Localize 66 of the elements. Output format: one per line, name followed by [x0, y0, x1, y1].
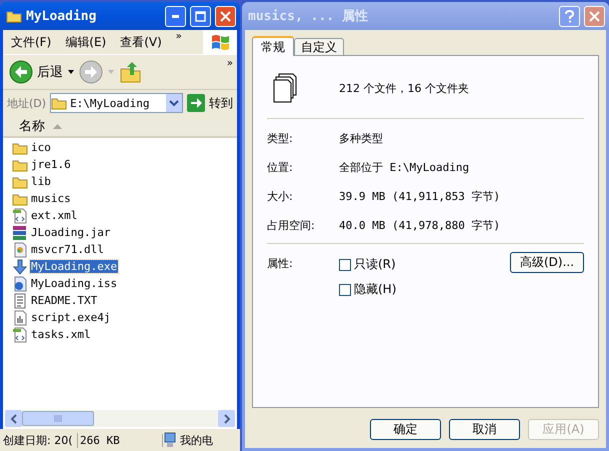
folder-icon	[51, 96, 68, 110]
property-label: 位置:	[267, 160, 294, 175]
property-label: 大小:	[267, 189, 294, 204]
address-field[interactable]: E:\MyLoading	[50, 93, 183, 113]
checkbox-box[interactable]	[339, 258, 351, 270]
maximize-button[interactable]	[190, 6, 211, 26]
back-button[interactable]: 后退	[9, 60, 63, 84]
status-text: 创建日期: 20(	[3, 432, 78, 448]
property-value: 39.9 MB (41,911,853 字节)	[339, 189, 502, 204]
file-name[interactable]: JLoading.jar	[30, 226, 112, 239]
checkbox[interactable]: 只读(R)	[339, 256, 510, 273]
go-button[interactable]: 转到	[187, 94, 233, 112]
close-icon	[220, 10, 231, 22]
grip-icon	[54, 415, 62, 422]
scroll-right-icon[interactable]	[222, 414, 230, 424]
tab[interactable]: 自定义	[294, 38, 344, 55]
file-name[interactable]: jre1.6	[30, 158, 72, 171]
dialog-button[interactable]: 确定	[370, 419, 441, 440]
file-name[interactable]: ext.xml	[30, 209, 78, 222]
attributes-label: 属性:	[267, 256, 294, 272]
status-text: 我的电	[179, 432, 213, 448]
close-button[interactable]	[215, 6, 236, 26]
documents-icon	[273, 73, 297, 103]
menu-item[interactable]: 编辑(E)	[65, 34, 106, 50]
file-name[interactable]: ico	[30, 141, 52, 154]
scroll-left-icon[interactable]	[10, 414, 18, 424]
file-name[interactable]: tasks.xml	[30, 328, 92, 341]
window-title: musics, ... 属性	[248, 8, 369, 25]
up-folder-icon[interactable]	[119, 60, 143, 84]
computer-icon	[163, 432, 177, 448]
property-value: 40.0 MB (41,978,880 字节)	[339, 218, 502, 233]
help-icon	[565, 10, 574, 22]
file-name[interactable]: lib	[30, 175, 52, 188]
column-header[interactable]: 名称	[3, 116, 237, 138]
file-name[interactable]: msvcr71.dll	[30, 243, 105, 256]
minimize-icon	[172, 14, 179, 18]
file-name[interactable]: MyLoading.exe	[30, 260, 118, 273]
menu-item[interactable]: 查看(V)	[120, 34, 162, 50]
menu-item[interactable]: 文件(F)	[11, 34, 52, 50]
file-name[interactable]: MyLoading.iss	[30, 277, 118, 290]
window-title: MyLoading	[26, 8, 98, 24]
folder-icon	[6, 9, 22, 23]
property-value: 全部位于 E:\MyLoading	[339, 160, 470, 175]
dialog-button[interactable]: 取消	[449, 419, 520, 440]
property-value: 多种类型	[339, 131, 384, 146]
property-label: 占用空间:	[267, 218, 316, 233]
address-label: 地址(D)	[7, 96, 46, 110]
file-name[interactable]: README.TXT	[30, 294, 98, 307]
tab[interactable]: 常规	[252, 36, 294, 56]
property-label: 类型:	[267, 131, 294, 146]
file-name[interactable]: script.exe4j	[30, 311, 112, 324]
summary-text: 212 个文件，16 个文件夹	[339, 80, 469, 96]
more-tools-button[interactable]: »	[226, 58, 233, 69]
windows-logo-icon	[210, 33, 230, 51]
checkbox[interactable]: 隐藏(H)	[339, 281, 510, 298]
more-menu-button[interactable]: »	[176, 31, 182, 42]
status-text: 266 KB	[78, 434, 163, 446]
maximize-icon	[195, 10, 206, 22]
horizontal-scrollbar[interactable]	[5, 410, 235, 427]
minimize-button[interactable]	[165, 6, 186, 26]
file-name[interactable]: musics	[30, 192, 72, 205]
dropdown-caret-icon[interactable]	[67, 69, 75, 75]
checkbox-box[interactable]	[339, 284, 351, 296]
sort-arrow-icon	[53, 123, 62, 129]
advanced-button[interactable]: 高级(D)...	[510, 252, 584, 273]
close-icon	[589, 10, 600, 22]
